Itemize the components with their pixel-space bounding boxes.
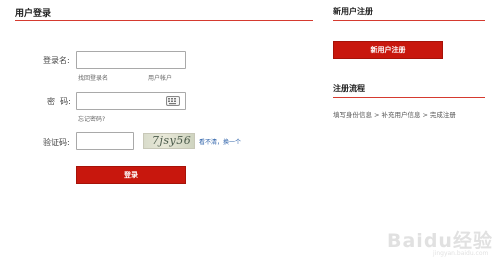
login-page: 用户登录 登录名: 找回登录名 用户帐户 密 码: 忘记密码? 验证码: 7js… [0, 0, 500, 274]
step-separator: > [422, 111, 428, 119]
register-section-divider [333, 20, 485, 21]
step-2: 补充用户信息 [381, 111, 421, 119]
registration-steps: 填写身份信息 > 补充用户信息 > 完成注册 [333, 109, 456, 119]
step-separator: > [374, 111, 380, 119]
watermark-url: jingyan.baidu.com [433, 250, 489, 257]
process-section-divider [333, 97, 485, 98]
step-1: 填写身份信息 [333, 111, 372, 119]
username-input[interactable] [76, 51, 186, 69]
baidu-watermark: Baidu经验 jingyan.baidu.com [387, 226, 493, 262]
watermark-text: Baidu经验 [387, 230, 493, 252]
captcha-image[interactable]: 7jsy56 [143, 133, 195, 149]
captcha-image-text: 7jsy56 [152, 134, 192, 147]
captcha-label: 验证码: [43, 138, 70, 147]
register-section-title: 新用户注册 [333, 7, 373, 16]
keyboard-icon[interactable] [166, 96, 180, 106]
captcha-refresh-link[interactable]: 看不清，换一个 [199, 137, 241, 146]
login-section-title: 用户登录 [15, 9, 52, 19]
login-section-divider [15, 20, 313, 21]
process-section-title: 注册流程 [333, 84, 365, 93]
step-3: 完成注册 [429, 111, 456, 119]
login-button[interactable]: 登录 [76, 166, 186, 184]
username-hint-link[interactable]: 用户帐户 [148, 73, 172, 82]
captcha-input[interactable] [76, 132, 134, 150]
forgot-password-link[interactable]: 忘记密码? [78, 114, 105, 123]
username-label: 登录名: [43, 56, 70, 65]
password-label: 密 码: [47, 97, 71, 106]
forgot-username-link[interactable]: 找回登录名 [78, 73, 108, 82]
register-button[interactable]: 新用户注册 [333, 41, 443, 59]
